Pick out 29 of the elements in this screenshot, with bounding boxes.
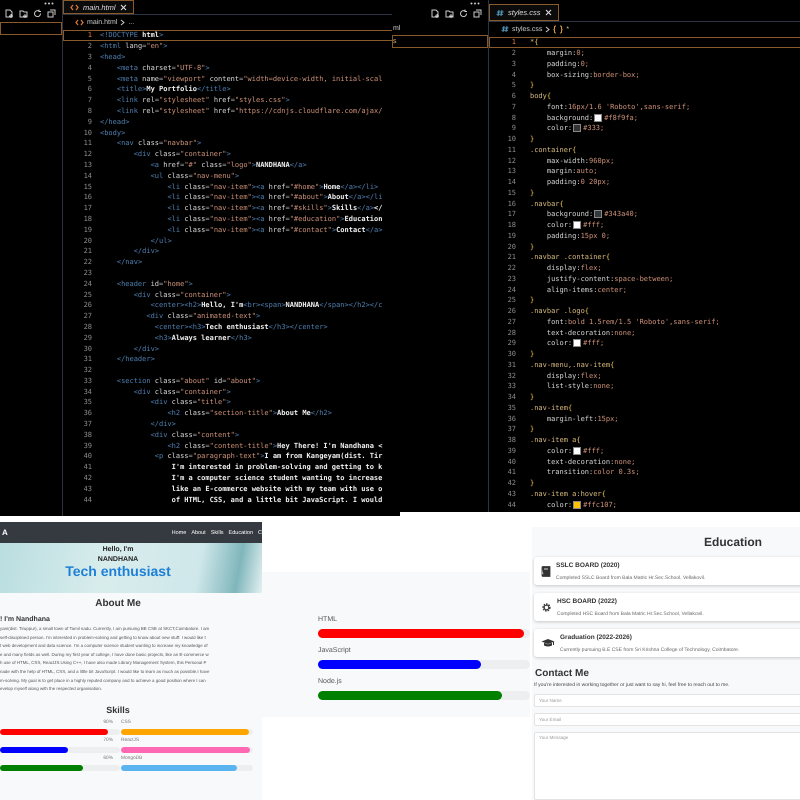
hash-icon [501, 25, 509, 33]
file-row[interactable] [0, 22, 62, 35]
hero-tagline: Tech enthusiast [65, 564, 171, 578]
section-title: About Me [94, 598, 142, 609]
gear-icon [541, 602, 552, 613]
more-icon[interactable] [470, 2, 480, 5]
chevron-icon [545, 26, 550, 32]
close-icon[interactable] [544, 9, 552, 16]
more-icon[interactable] [44, 2, 54, 5]
collapse-icon[interactable] [473, 9, 482, 18]
book-icon [541, 566, 551, 577]
section-title: Education [703, 535, 764, 549]
contact-title: Contact Me [535, 668, 590, 680]
new-file-icon[interactable] [5, 9, 14, 18]
refresh-icon[interactable] [459, 9, 468, 18]
hash-icon [496, 8, 504, 16]
section-title: Skills [105, 704, 131, 715]
collapse-icon[interactable] [47, 9, 56, 18]
braces-icon [553, 24, 564, 34]
refresh-icon[interactable] [33, 9, 42, 18]
code-file-icon [75, 18, 84, 26]
close-icon[interactable] [120, 4, 127, 10]
site-logo[interactable]: A [2, 528, 8, 537]
new-folder-icon[interactable] [19, 9, 28, 18]
graduation-cap-icon [541, 638, 555, 648]
code-file-icon [70, 4, 79, 10]
chevron-icon [120, 18, 126, 26]
new-file-icon[interactable] [431, 9, 440, 18]
new-folder-icon[interactable] [445, 9, 454, 18]
